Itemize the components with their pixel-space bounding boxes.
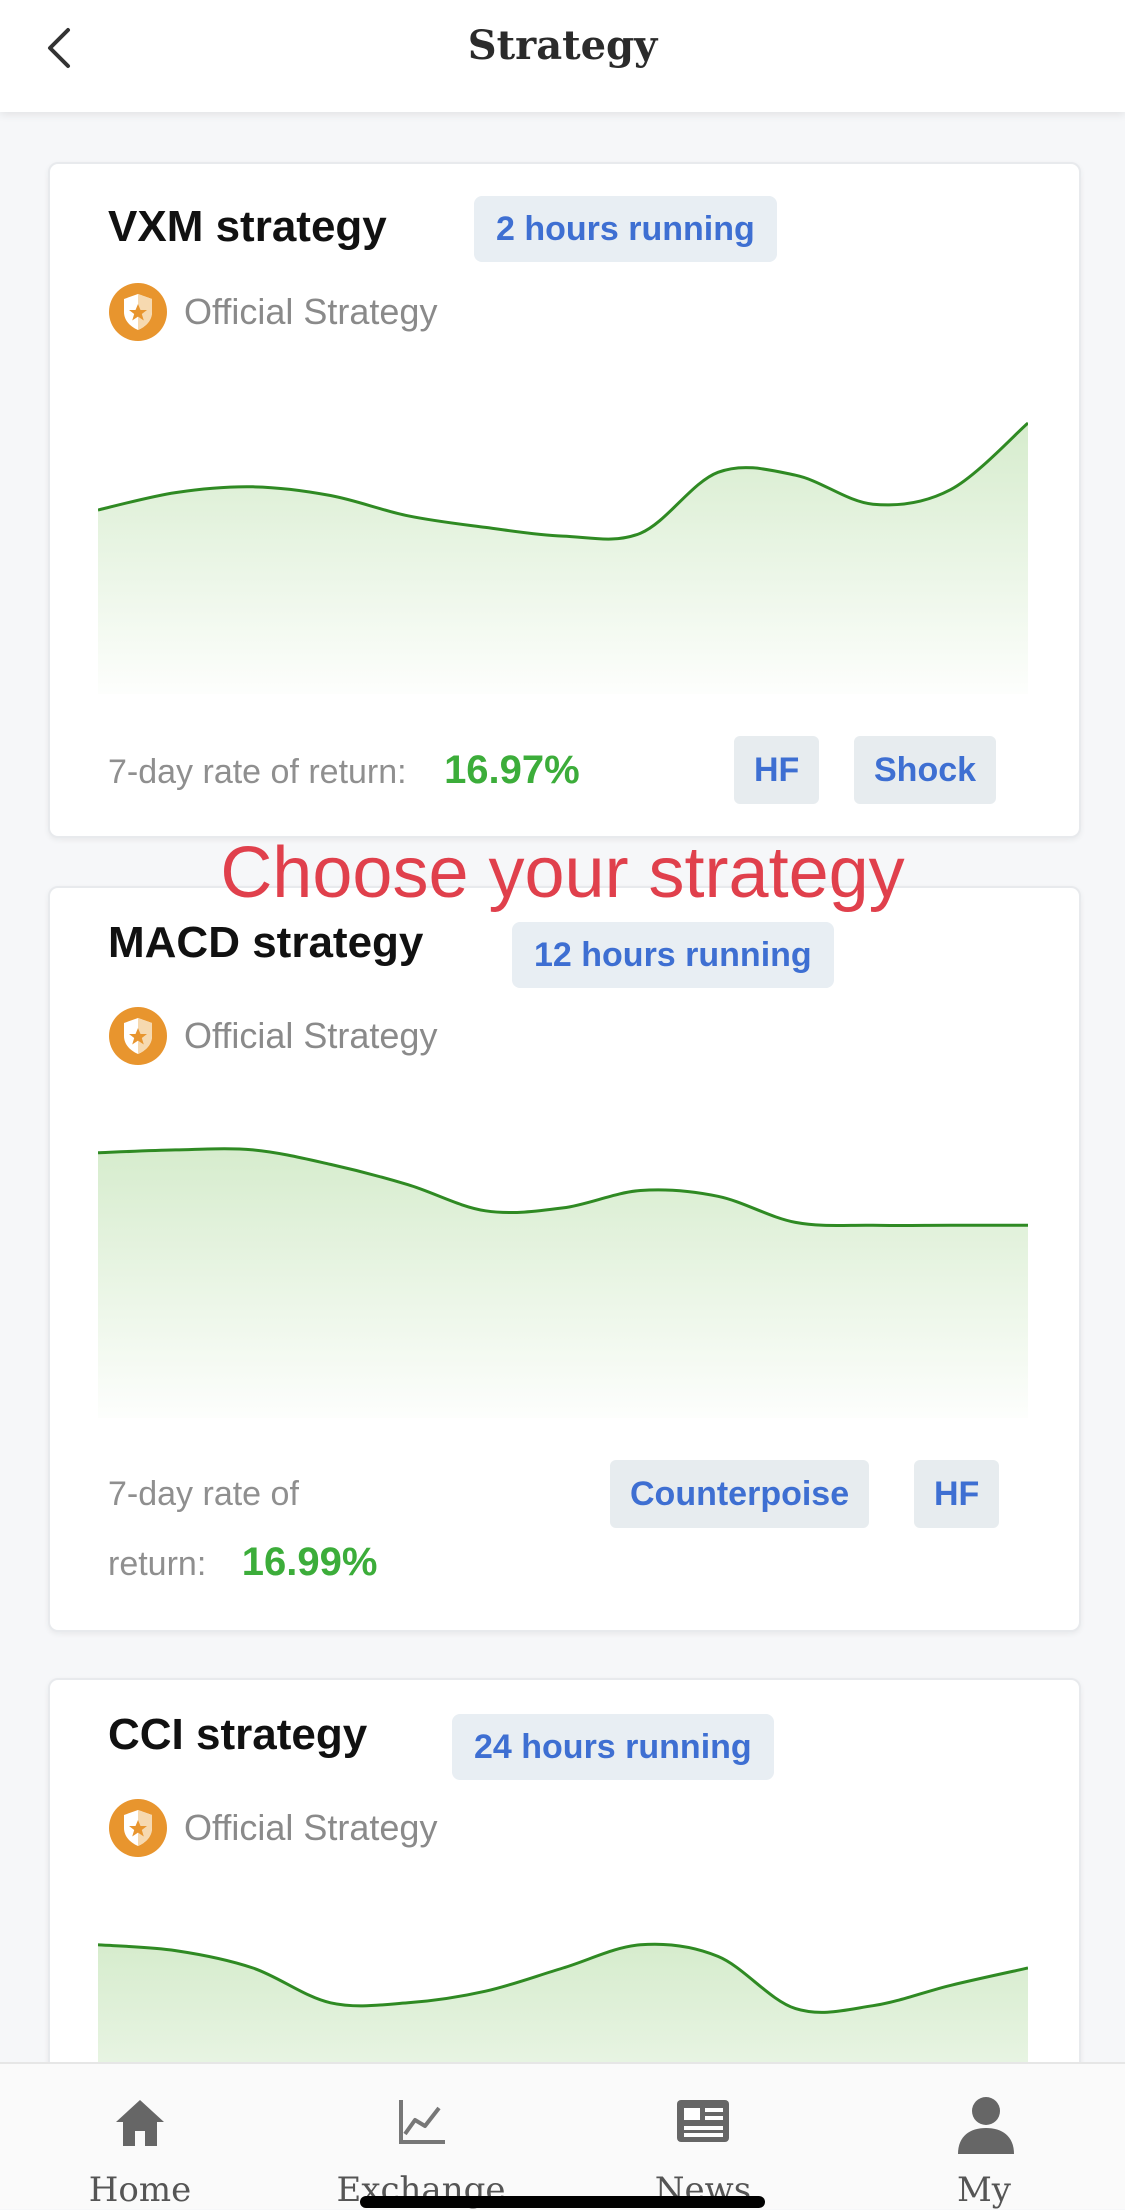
official-label-text: Official Strategy [184,1015,438,1056]
tab-news[interactable]: News [603,2064,803,2210]
strategy-card-macd[interactable]: MACD strategy 12 hours running Official … [48,886,1081,1632]
home-indicator [360,2196,765,2208]
shield-star-icon [109,283,167,341]
return-rate-label-line1: 7-day rate of [108,1475,299,1513]
official-label-text: Official Strategy [184,291,438,332]
official-strategy-label: Official Strategy [108,1796,437,1860]
page-title: Strategy [467,22,658,69]
top-bar: Strategy [0,0,1125,112]
tab-exchange[interactable]: Exchange [321,2064,521,2210]
tag-shock: Shock [854,736,997,804]
bottom-tab-bar: Home Exchange News My [0,2062,1125,2210]
running-badge: 12 hours running [512,922,834,988]
tab-label: Home [88,2170,192,2210]
tab-home[interactable]: Home [40,2064,240,2210]
shield-star-icon [109,1799,167,1857]
strategy-card-vxm[interactable]: VXM strategy 2 hours running Official St… [48,162,1081,838]
return-rate-value: 16.99% [241,1540,378,1584]
home-icon [116,2100,164,2146]
official-strategy-label: Official Strategy [108,280,437,344]
tag-hf: HF [734,736,820,804]
tab-my[interactable]: My [884,2064,1084,2210]
return-chart [98,421,1028,694]
newspaper-icon [677,2100,729,2142]
return-rate-row: return: 16.99% [108,1528,377,1598]
tag-hf: HF [914,1460,1000,1528]
running-badge: 2 hours running [474,196,777,262]
return-rate-label-line2: return: [108,1545,207,1583]
strategy-list: VXM strategy 2 hours running Official St… [0,112,1125,2142]
promo-overlay-text: Choose your strategy [220,833,905,913]
shield-star-icon [109,1007,167,1065]
strategy-name: VXM strategy [108,202,387,251]
official-label-text: Official Strategy [184,1807,438,1848]
user-icon [958,2097,1014,2154]
running-badge: 24 hours running [452,1714,774,1780]
return-rate-label: 7-day rate of return: [108,753,407,791]
return-rate-value: 16.97% [444,748,580,792]
tab-label: My [956,2170,1012,2210]
chart-area-fill [98,423,1028,694]
official-strategy-label: Official Strategy [108,1004,437,1068]
chart-line-icon [399,2100,445,2144]
tag-counterpoise: Counterpoise [610,1460,870,1528]
return-rate-row: 7-day rate of return: 16.97% [108,736,580,806]
strategy-name: CCI strategy [108,1710,368,1759]
return-chart [98,1147,1028,1418]
chart-area-fill [98,1148,1028,1418]
strategy-name: MACD strategy [108,918,424,967]
